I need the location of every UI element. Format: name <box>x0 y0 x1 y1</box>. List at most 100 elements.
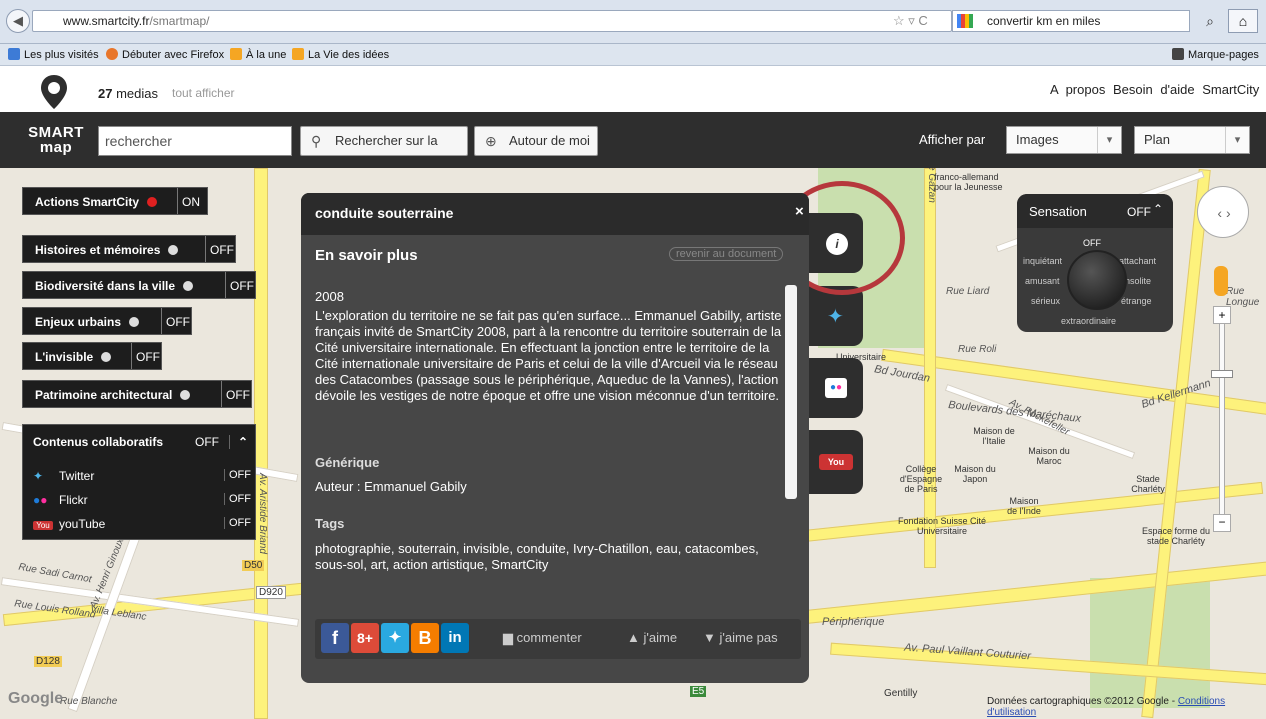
filter-histoires[interactable]: Histoires et mémoires OFF <box>22 235 236 263</box>
display-select[interactable]: Images ▾ <box>1006 126 1122 154</box>
chevron-up-icon[interactable]: ⌃ <box>229 435 248 449</box>
filter-toggle[interactable]: OFF <box>161 308 194 334</box>
map-label: Rue Roli <box>958 344 997 355</box>
status-dot <box>180 390 191 400</box>
top-links: A propos Besoin d'aide SmartCity <box>1050 82 1259 97</box>
thumbs-down-icon: ▼ <box>703 630 716 645</box>
street-view-pegman-icon[interactable] <box>1214 266 1228 296</box>
linkedin-icon[interactable]: in <box>441 623 469 653</box>
pan-arrows-icon: ‹ › <box>1217 205 1231 221</box>
comment-button[interactable]: ▆ commenter <box>503 630 582 646</box>
search-button[interactable]: ⚲ Rechercher sur la <box>300 126 468 156</box>
collab-item-youtube[interactable]: You youTube OFF <box>33 517 251 531</box>
zoom-out-button[interactable]: − <box>1213 514 1231 532</box>
url-path: /smartmap/ <box>149 14 210 28</box>
sensation-word[interactable]: OFF <box>1083 238 1101 248</box>
bookmark-item[interactable]: La Vie des idées <box>292 44 389 66</box>
sensation-word[interactable]: inquiétant <box>1023 256 1062 266</box>
like-button[interactable]: ▲ j'aime <box>627 630 677 645</box>
zoom-slider[interactable] <box>1219 318 1225 524</box>
map-type-select[interactable]: Plan ▾ <box>1134 126 1250 154</box>
map-road <box>924 168 936 568</box>
search-input[interactable]: rechercher <box>98 126 292 156</box>
locate-icon: ⊕ <box>485 133 497 149</box>
url-domain: www.smartcity.fr <box>63 14 150 28</box>
filter-toggle[interactable]: OFF <box>205 236 238 262</box>
panel-title: conduite souterraine <box>315 205 454 221</box>
status-dot <box>183 281 194 291</box>
sensation-word[interactable]: sérieux <box>1031 296 1060 306</box>
twitter-share-icon[interactable]: ✦ <box>381 623 409 653</box>
help-link[interactable]: Besoin d'aide <box>1113 82 1195 97</box>
filter-toggle[interactable]: OFF <box>225 272 258 298</box>
scrollbar[interactable] <box>785 285 797 499</box>
pan-control[interactable]: ‹ › <box>1197 186 1249 238</box>
sensation-state[interactable]: OFF <box>1127 205 1151 219</box>
filter-biodiversite[interactable]: Biodiversité dans la ville OFF <box>22 271 256 299</box>
google-plus-icon[interactable]: 8+ <box>351 623 379 653</box>
map-label: Rue Blanche <box>60 696 118 707</box>
bookmark-item[interactable]: Débuter avec Firefox <box>106 44 224 66</box>
search-icon[interactable]: ⌕ <box>1196 10 1224 32</box>
collab-header[interactable]: Contenus collaboratifs OFF ⌃ <box>33 435 251 449</box>
smartcity-link[interactable]: SmartCity <box>1202 82 1259 97</box>
google-logo: Google <box>8 690 64 707</box>
url-bar[interactable]: www.smartcity.fr/smartmap/ <box>32 10 952 32</box>
home-icon[interactable]: ⌂ <box>1228 9 1258 33</box>
status-dot <box>168 245 179 255</box>
bookmark-item[interactable]: À la une <box>230 44 286 66</box>
status-dot <box>129 317 140 327</box>
tags-heading: Tags <box>315 516 345 531</box>
chevron-down-icon: ▾ <box>1097 127 1121 153</box>
sensation-word[interactable]: amusant <box>1025 276 1060 286</box>
chevron-up-icon[interactable]: ⌃ <box>1153 202 1163 216</box>
filter-toggle[interactable]: OFF <box>131 343 164 369</box>
sensation-knob[interactable] <box>1067 250 1127 310</box>
close-icon[interactable]: × <box>795 203 804 220</box>
sensation-word[interactable]: attachant <box>1119 256 1156 266</box>
tab-flickr[interactable]: ●● <box>809 358 863 418</box>
sensation-word[interactable]: étrange <box>1121 296 1152 306</box>
around-me-button[interactable]: ⊕ Autour de moi <box>474 126 598 156</box>
twitter-icon: ✦ <box>33 469 44 483</box>
rss-icon <box>230 48 242 60</box>
status-dot <box>147 197 158 207</box>
show-all-link[interactable]: tout afficher <box>172 86 234 100</box>
filter-enjeux-urbains[interactable]: Enjeux urbains OFF <box>22 307 192 335</box>
tab-twitter[interactable]: ✦ <box>809 286 863 346</box>
filter-toggle[interactable]: ON <box>177 188 204 214</box>
youtube-icon: You <box>33 521 53 530</box>
blogger-icon[interactable]: B <box>411 623 439 653</box>
facebook-icon[interactable]: f <box>321 623 349 653</box>
filter-toggle[interactable]: OFF <box>221 381 254 407</box>
bookmark-item[interactable]: Les plus visités <box>8 44 99 66</box>
twitter-icon: ✦ <box>827 306 844 328</box>
map-label: franco-allemand pour la Jeunesse <box>934 172 1003 192</box>
zoom-in-button[interactable]: + <box>1213 306 1231 324</box>
dislike-button[interactable]: ▼ j'aime pas <box>703 630 778 645</box>
credits-heading: Générique <box>315 455 380 470</box>
sensation-title: Sensation <box>1029 204 1087 219</box>
zoom-handle[interactable] <box>1211 370 1233 378</box>
browser-search-input[interactable]: convertir km en miles <box>952 10 1190 32</box>
tab-youtube[interactable]: You <box>809 430 863 494</box>
filter-invisible[interactable]: L'invisible OFF <box>22 342 162 370</box>
map-label: Av. Aristide Briand <box>256 473 268 554</box>
site-logo[interactable]: SMART map <box>26 125 86 155</box>
flickr-icon: ●● <box>33 493 48 507</box>
map-copyright: Données cartographiques ©2012 Google - C… <box>987 696 1226 718</box>
back-button[interactable]: ◀ <box>6 9 30 33</box>
bookmark-star-icon[interactable]: ☆ ▿ C <box>893 10 953 30</box>
sensation-word[interactable]: insolite <box>1123 276 1151 286</box>
bookmarks-menu[interactable]: Marque-pages <box>1172 44 1259 66</box>
about-link[interactable]: A propos <box>1050 82 1105 97</box>
collab-item-twitter[interactable]: ✦ Twitter OFF <box>33 469 251 483</box>
collab-item-flickr[interactable]: ●● Flickr OFF <box>33 493 251 507</box>
filter-actions-smartcity[interactable]: Actions SmartCity ON <box>22 187 208 215</box>
sensation-word[interactable]: extraordinaire <box>1061 316 1116 326</box>
bookmarks-icon <box>1172 48 1184 60</box>
map-label: Maison de l'Inde <box>1007 496 1041 516</box>
filter-patrimoine[interactable]: Patrimoine architectural OFF <box>22 380 252 408</box>
back-to-document-link[interactable]: revenir au document <box>669 247 784 261</box>
rss-icon <box>292 48 304 60</box>
